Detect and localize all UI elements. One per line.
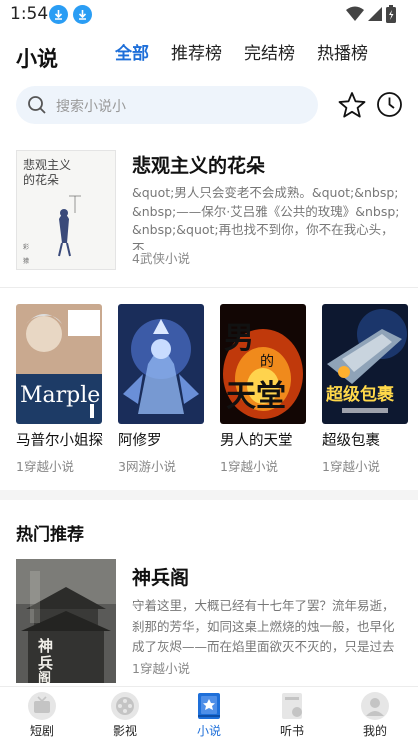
svg-text:悲观主义: 悲观主义 bbox=[23, 157, 71, 172]
nav-item-video[interactable]: 影视 bbox=[95, 691, 155, 739]
book-icon bbox=[198, 693, 220, 719]
nav-label: 小说 bbox=[196, 724, 221, 738]
nav-label: 短剧 bbox=[29, 724, 54, 738]
history-clock-icon[interactable] bbox=[376, 91, 403, 118]
svg-text:彩: 彩 bbox=[23, 243, 29, 251]
section-divider bbox=[0, 490, 418, 500]
favorites-star-icon[interactable] bbox=[338, 91, 366, 119]
svg-text:兵: 兵 bbox=[38, 654, 53, 672]
bottom-navigation: 短剧 影视 小说 听书 我的 bbox=[0, 686, 418, 743]
tv-icon bbox=[28, 692, 56, 720]
wifi-icon bbox=[346, 6, 364, 21]
book-cover: Marple bbox=[16, 304, 102, 424]
book-title: 超级包裹 bbox=[322, 433, 380, 449]
book-card[interactable]: Marple 马普尔小姐探 1穿越小说 bbox=[16, 304, 104, 475]
tab-hot-rank[interactable]: 热播榜 bbox=[317, 43, 368, 65]
svg-text:男: 男 bbox=[224, 321, 254, 356]
section-title-hot: 热门推荐 bbox=[16, 525, 84, 545]
audiobook-icon bbox=[282, 693, 302, 719]
svg-text:天堂: 天堂 bbox=[226, 379, 286, 414]
svg-text:阁: 阁 bbox=[38, 670, 51, 683]
book-meta: 1穿越小说 bbox=[132, 661, 190, 676]
tab-finished-rank[interactable]: 完结榜 bbox=[244, 43, 295, 65]
book-title: 神兵阁 bbox=[132, 567, 190, 589]
svg-text:的花朵: 的花朵 bbox=[23, 172, 59, 187]
book-cover: 神 兵 阁 bbox=[16, 559, 116, 683]
search-icon bbox=[28, 96, 46, 114]
profile-icon bbox=[361, 692, 389, 720]
book-cover: 男 的 天堂 bbox=[220, 304, 306, 424]
page-title: 小说 bbox=[16, 47, 58, 71]
nav-label: 影视 bbox=[112, 724, 137, 738]
book-title: 悲观主义的花朵 bbox=[132, 155, 266, 177]
search-placeholder: 搜索小说小 bbox=[56, 99, 126, 115]
battery-icon bbox=[386, 5, 396, 23]
book-description: &quot;男人只会变老不会成熟。&quot;&nbsp;&nbsp;——保尔·… bbox=[132, 185, 400, 250]
featured-book[interactable]: 悲观主义 的花朵 彩 獴 悲观主义的花朵 &quot;男人只会变老不会成熟。&q… bbox=[0, 136, 418, 286]
status-bar: 1:54 bbox=[0, 0, 418, 30]
svg-text:獴: 獴 bbox=[23, 257, 29, 265]
book-meta: 1穿越小说 bbox=[322, 459, 380, 474]
book-meta: 1穿越小说 bbox=[220, 459, 278, 474]
book-card[interactable]: 阿修罗 3网游小说 bbox=[118, 304, 206, 475]
book-meta: 4武侠小说 bbox=[132, 251, 190, 266]
nav-label: 听书 bbox=[279, 724, 304, 738]
nav-item-profile[interactable]: 我的 bbox=[345, 691, 405, 739]
top-header: 小说 全部 推荐榜 完结榜 热播榜 bbox=[0, 34, 418, 78]
book-cover bbox=[118, 304, 204, 424]
book-grid: Marple 马普尔小姐探 1穿越小说 阿修罗 3网游小说 男 的 天堂 男人的… bbox=[0, 304, 418, 474]
tab-all[interactable]: 全部 bbox=[115, 43, 149, 65]
search-input[interactable]: 搜索小说小 bbox=[16, 86, 318, 124]
book-cover: 超级包裹 bbox=[322, 304, 408, 424]
nav-item-novel[interactable]: 小说 bbox=[179, 691, 239, 739]
svg-text:神: 神 bbox=[38, 637, 53, 655]
svg-text:的: 的 bbox=[260, 354, 274, 370]
book-card[interactable]: 男 的 天堂 男人的天堂 1穿越小说 bbox=[220, 304, 308, 475]
svg-text:超级包裹: 超级包裹 bbox=[326, 384, 395, 405]
signal-icon bbox=[368, 7, 382, 21]
film-reel-icon bbox=[111, 692, 139, 720]
book-title: 阿修罗 bbox=[118, 433, 162, 449]
book-title: 马普尔小姐探 bbox=[16, 433, 103, 449]
nav-item-short-drama[interactable]: 短剧 bbox=[12, 691, 72, 739]
book-description: 守着这里，大概已经有十七年了罢？流年易逝，刹那的芳华，如同这桌上燃烧的烛一般，也… bbox=[132, 598, 395, 654]
status-time: 1:54 bbox=[10, 4, 49, 24]
book-title: 男人的天堂 bbox=[220, 433, 293, 449]
download-notification-icon bbox=[49, 5, 68, 24]
book-cover: 悲观主义 的花朵 彩 獴 bbox=[16, 150, 116, 270]
tab-recommend-rank[interactable]: 推荐榜 bbox=[171, 43, 222, 65]
svg-text:Marple: Marple bbox=[20, 383, 100, 408]
nav-label: 我的 bbox=[362, 724, 387, 738]
category-tabs: 全部 推荐榜 完结榜 热播榜 bbox=[115, 43, 390, 65]
book-meta: 1穿越小说 bbox=[16, 459, 74, 474]
download-notification-icon bbox=[73, 5, 92, 24]
nav-item-audiobook[interactable]: 听书 bbox=[262, 691, 322, 739]
book-meta: 3网游小说 bbox=[118, 459, 176, 474]
book-card[interactable]: 超级包裹 超级包裹 1穿越小说 bbox=[322, 304, 410, 475]
hot-book-item[interactable]: 神 兵 阁 神兵阁 守着这里，大概已经有十七年了罢？流年易逝，刹那的芳华，如同这… bbox=[0, 558, 418, 688]
divider bbox=[0, 287, 418, 288]
